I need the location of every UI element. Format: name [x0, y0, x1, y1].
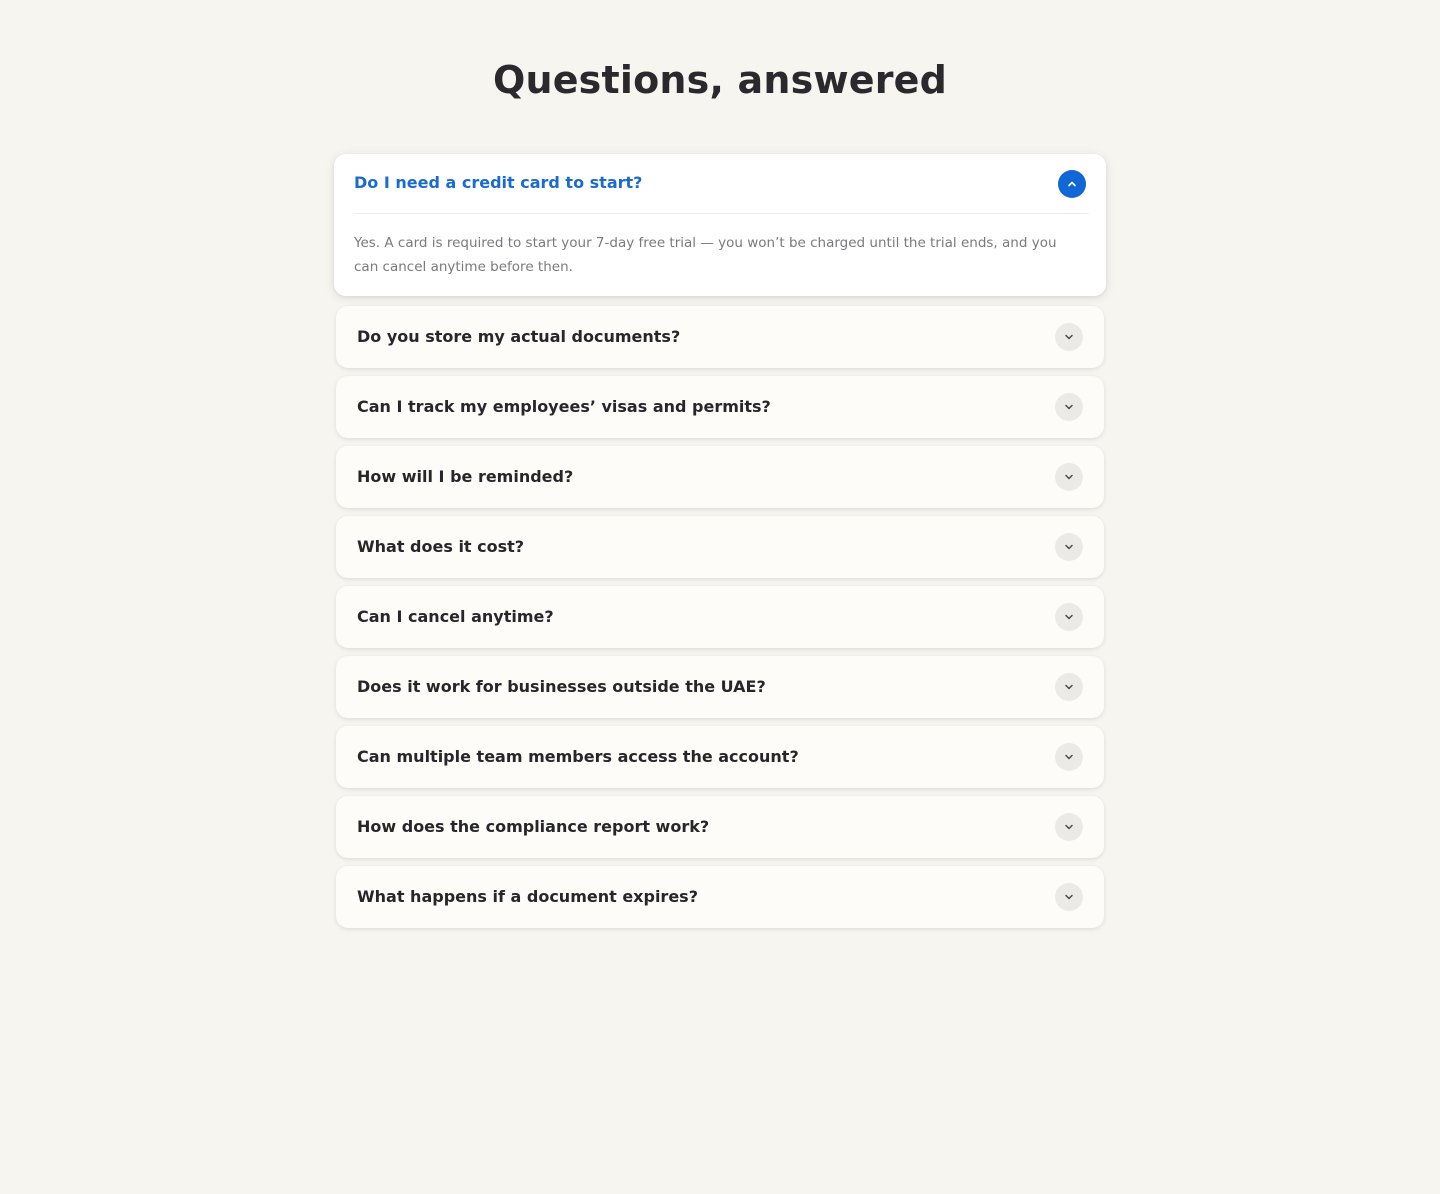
- expand-toggle-button[interactable]: [1055, 673, 1083, 701]
- faq-item[interactable]: Can I cancel anytime?: [336, 586, 1104, 648]
- faq-question: Can multiple team members access the acc…: [357, 747, 799, 766]
- faq-item[interactable]: Can I track my employees’ visas and perm…: [336, 376, 1104, 438]
- faq-item-open: Do I need a credit card to start? Yes. A…: [334, 154, 1106, 296]
- chevron-down-icon: [1065, 754, 1073, 760]
- expand-toggle-button[interactable]: [1055, 813, 1083, 841]
- collapse-toggle-button[interactable]: [1058, 170, 1086, 198]
- expand-toggle-button[interactable]: [1055, 463, 1083, 491]
- faq-item[interactable]: How will I be reminded?: [336, 446, 1104, 508]
- faq-list: Do I need a credit card to start? Yes. A…: [0, 0, 1440, 1194]
- faq-question-header[interactable]: Do I need a credit card to start?: [334, 154, 1106, 214]
- chevron-down-icon: [1065, 404, 1073, 410]
- chevron-down-icon: [1065, 824, 1073, 830]
- chevron-down-icon: [1065, 544, 1073, 550]
- faq-item[interactable]: Can multiple team members access the acc…: [336, 726, 1104, 788]
- chevron-up-icon: [1068, 181, 1076, 187]
- faq-answer: Yes. A card is required to start your 7-…: [354, 235, 1057, 275]
- chevron-down-icon: [1065, 684, 1073, 690]
- faq-item[interactable]: How does the compliance report work?: [336, 796, 1104, 858]
- faq-question: What happens if a document expires?: [357, 887, 698, 906]
- faq-item[interactable]: Do you store my actual documents?: [336, 306, 1104, 368]
- faq-item[interactable]: Does it work for businesses outside the …: [336, 656, 1104, 718]
- chevron-down-icon: [1065, 474, 1073, 480]
- expand-toggle-button[interactable]: [1055, 323, 1083, 351]
- expand-toggle-button[interactable]: [1055, 743, 1083, 771]
- faq-question: Can I track my employees’ visas and perm…: [357, 397, 771, 416]
- chevron-down-icon: [1065, 894, 1073, 900]
- faq-question: Do you store my actual documents?: [357, 327, 681, 346]
- faq-item[interactable]: What happens if a document expires?: [336, 866, 1104, 928]
- faq-question: What does it cost?: [357, 537, 525, 556]
- expand-toggle-button[interactable]: [1055, 393, 1083, 421]
- expand-toggle-button[interactable]: [1055, 883, 1083, 911]
- faq-question: Do I need a credit card to start?: [354, 173, 643, 192]
- faq-divider: [354, 213, 1089, 214]
- chevron-down-icon: [1065, 334, 1073, 340]
- faq-question: Does it work for businesses outside the …: [357, 677, 766, 696]
- faq-question: Can I cancel anytime?: [357, 607, 554, 626]
- expand-toggle-button[interactable]: [1055, 603, 1083, 631]
- faq-question: How will I be reminded?: [357, 467, 574, 486]
- faq-question: How does the compliance report work?: [357, 817, 710, 836]
- faq-item[interactable]: What does it cost?: [336, 516, 1104, 578]
- chevron-down-icon: [1065, 614, 1073, 620]
- expand-toggle-button[interactable]: [1055, 533, 1083, 561]
